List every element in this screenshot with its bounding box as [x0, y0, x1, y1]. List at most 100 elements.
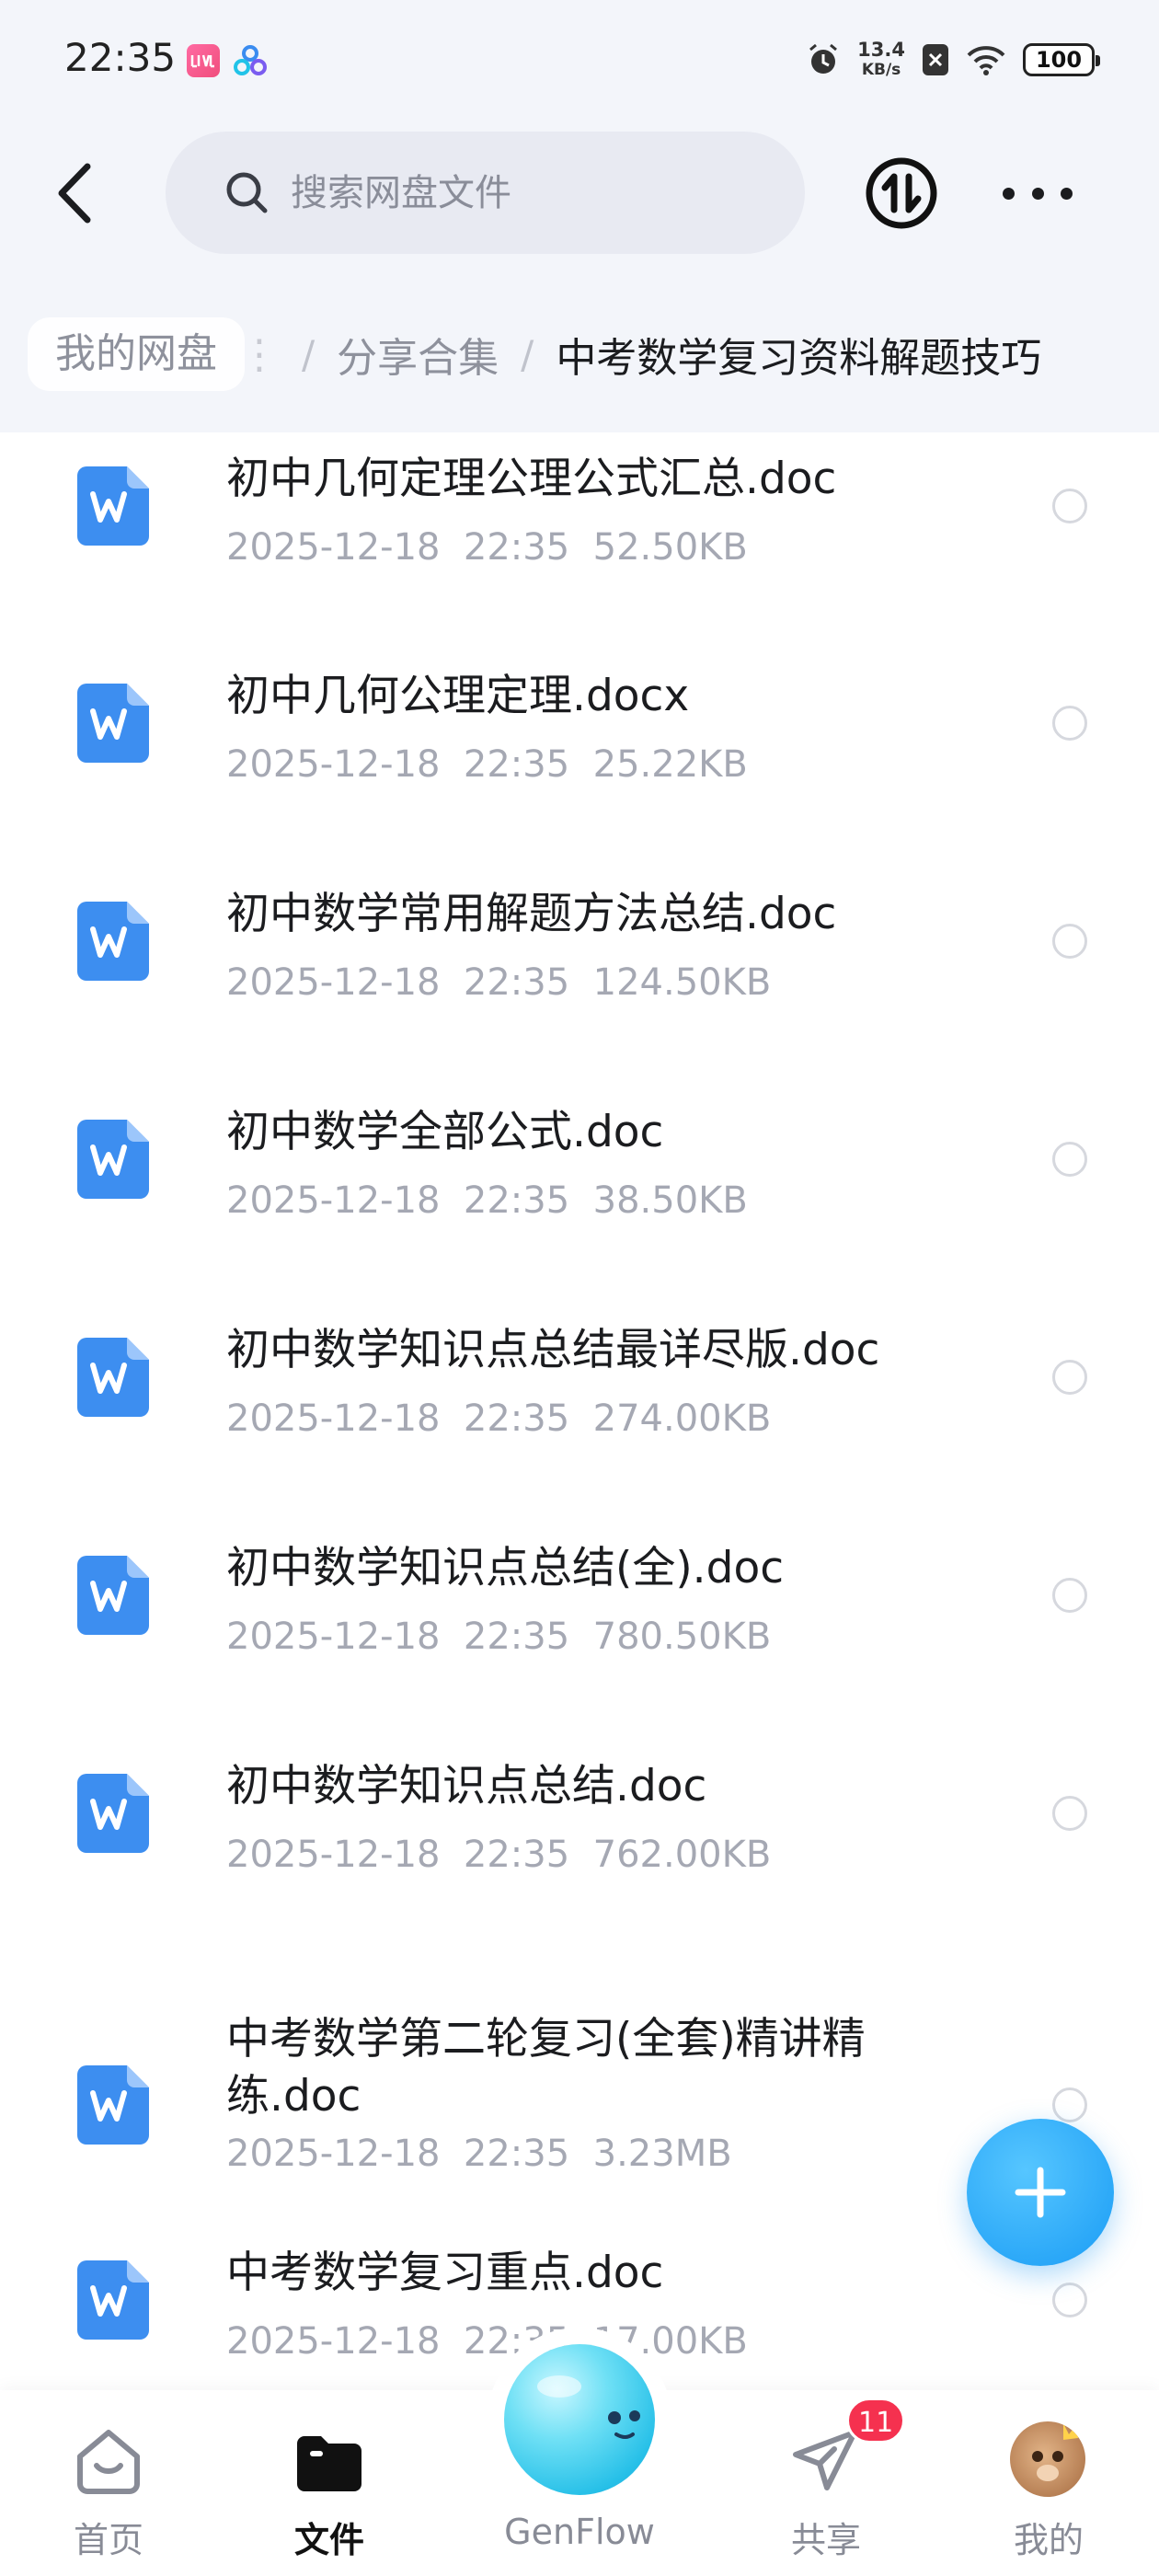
- breadcrumb-separator: /: [521, 331, 534, 377]
- file-row[interactable]: 初中数学全部公式.doc 2025-12-18 22:35 38.50KB: [0, 1086, 1159, 1305]
- file-time: 22:35: [463, 1616, 570, 1658]
- file-date: 2025-12-18: [226, 1616, 441, 1658]
- home-icon: [77, 2430, 140, 2494]
- file-size: 274.00KB: [592, 1397, 772, 1440]
- transfer-button[interactable]: [865, 156, 938, 230]
- file-meta: 2025-12-18 22:35 52.50KB: [226, 526, 748, 569]
- file-list: 初中几何定理公理公式汇总.doc 2025-12-18 22:35 52.50KB…: [0, 432, 1159, 2383]
- word-doc-icon: [77, 2260, 149, 2340]
- file-size: 3.23MB: [592, 2133, 732, 2175]
- file-row[interactable]: 初中数学知识点总结.doc 2025-12-18 22:35 762.00KB: [0, 1740, 1159, 1959]
- select-checkbox[interactable]: [1052, 2087, 1087, 2122]
- select-checkbox[interactable]: [1052, 1360, 1087, 1395]
- breadcrumb-parent[interactable]: 分享合集: [337, 325, 499, 384]
- file-meta: 2025-12-18 22:35 17.00KB: [226, 2320, 748, 2363]
- file-meta: 2025-12-18 22:35 25.22KB: [226, 743, 748, 786]
- page: { "status_bar": { "time": "22:35", "net_…: [0, 0, 1159, 2576]
- file-date: 2025-12-18: [226, 961, 441, 1004]
- status-time: 22:35: [64, 35, 177, 80]
- genflow-orb-icon[interactable]: [504, 2344, 655, 2495]
- file-name: 初中数学知识点总结(全).doc: [226, 1543, 785, 1593]
- select-checkbox[interactable]: [1052, 489, 1087, 523]
- nav-files-label: 文件: [293, 2520, 364, 2560]
- file-row[interactable]: 初中数学常用解题方法总结.doc 2025-12-18 22:35 124.50K…: [0, 868, 1159, 1087]
- file-row[interactable]: 初中几何公理定理.docx 2025-12-18 22:35 25.22KB: [0, 650, 1159, 868]
- select-checkbox[interactable]: [1052, 924, 1087, 959]
- file-date: 2025-12-18: [226, 1834, 441, 1876]
- file-time: 22:35: [463, 2133, 570, 2175]
- file-name: 初中几何公理定理.docx: [226, 671, 690, 721]
- transfer-icon: [866, 157, 937, 229]
- word-doc-icon: [77, 684, 149, 763]
- add-button[interactable]: [967, 2119, 1114, 2266]
- file-meta: 2025-12-18 22:35 274.00KB: [226, 1397, 771, 1440]
- wifi-icon: [967, 46, 1005, 75]
- nav-home-label: 首页: [73, 2520, 143, 2560]
- breadcrumb-root[interactable]: 我的网盘: [28, 317, 245, 391]
- file-name: 初中几何定理公理公式汇总.doc: [226, 454, 837, 504]
- file-time: 22:35: [463, 743, 570, 786]
- battery-indicator: 100: [1023, 43, 1100, 76]
- file-row[interactable]: 初中数学知识点总结(全).doc 2025-12-18 22:35 780.50K…: [0, 1522, 1159, 1741]
- avatar[interactable]: [1010, 2421, 1085, 2497]
- word-doc-icon: [77, 1774, 149, 1853]
- word-doc-icon: [77, 902, 149, 981]
- breadcrumb-current: 中考数学复习资料解题技巧: [556, 335, 1042, 382]
- select-checkbox[interactable]: [1052, 706, 1087, 741]
- file-date: 2025-12-18: [226, 2133, 441, 2175]
- chevron-left-icon: [58, 163, 91, 224]
- file-name: 初中数学知识点总结.doc: [226, 1761, 707, 1811]
- select-checkbox[interactable]: [1052, 2283, 1087, 2317]
- file-size: 25.22KB: [592, 743, 748, 786]
- word-doc-icon: [77, 1338, 149, 1417]
- file-size: 762.00KB: [592, 1834, 772, 1876]
- plus-icon: [1015, 2167, 1066, 2218]
- file-meta: 2025-12-18 22:35 3.23MB: [226, 2133, 732, 2175]
- search-box[interactable]: [166, 132, 805, 254]
- nav-genflow-label: GenFlow: [504, 2512, 655, 2552]
- file-name: 中考数学复习重点.doc: [226, 2248, 664, 2298]
- file-meta: 2025-12-18 22:35 38.50KB: [226, 1179, 748, 1222]
- search-input[interactable]: [291, 171, 751, 214]
- file-name: 初中数学全部公式.doc: [226, 1107, 664, 1157]
- select-checkbox[interactable]: [1052, 1796, 1087, 1831]
- breadcrumb-separator: /: [302, 331, 316, 377]
- app-notification-icon: [187, 44, 220, 77]
- top-bar: [0, 129, 1159, 258]
- select-checkbox[interactable]: [1052, 1578, 1087, 1613]
- file-meta: 2025-12-18 22:35 780.50KB: [226, 1616, 771, 1658]
- nav-share-label: 共享: [790, 2520, 861, 2560]
- file-date: 2025-12-18: [226, 743, 441, 786]
- file-size: 124.50KB: [592, 961, 772, 1004]
- file-name: 初中数学常用解题方法总结.doc: [226, 889, 837, 939]
- word-doc-icon: [77, 466, 149, 546]
- file-size: 38.50KB: [592, 1179, 748, 1222]
- back-button[interactable]: [42, 161, 107, 225]
- breadcrumb-collapsed[interactable]: ⋮: [239, 331, 280, 378]
- file-row[interactable]: 初中数学知识点总结最详尽版.doc 2025-12-18 22:35 274.00…: [0, 1304, 1159, 1523]
- file-name: 中考数学第二轮复习(全套)精讲精练.doc: [226, 2014, 866, 2122]
- share-notification-badge: 11: [846, 2398, 906, 2444]
- file-size: 780.50KB: [592, 1616, 772, 1658]
- sim-off-icon: [923, 44, 948, 75]
- search-icon: [226, 172, 268, 213]
- file-name: 初中数学知识点总结最详尽版.doc: [226, 1325, 880, 1375]
- file-time: 22:35: [463, 526, 570, 569]
- file-date: 2025-12-18: [226, 1397, 441, 1440]
- breadcrumb: 我的网盘 ⋮ / 分享合集 / 中考数学复习资料解题技巧: [0, 317, 1159, 391]
- file-time: 22:35: [463, 1834, 570, 1876]
- file-meta: 2025-12-18 22:35 762.00KB: [226, 1834, 771, 1876]
- select-checkbox[interactable]: [1052, 1142, 1087, 1177]
- nav-home[interactable]: 首页: [17, 2390, 201, 2574]
- word-doc-icon: [77, 2065, 149, 2145]
- nav-mine-label: 我的: [1013, 2520, 1084, 2560]
- file-date: 2025-12-18: [226, 526, 441, 569]
- alarm-icon: [809, 43, 838, 74]
- status-bar: 22:35 13.4 KB/s 100: [0, 0, 1159, 120]
- more-options-button[interactable]: [1003, 170, 1073, 216]
- file-row[interactable]: 初中几何定理公理公式汇总.doc 2025-12-18 22:35 52.50KB: [0, 432, 1159, 651]
- folder-icon: [297, 2436, 361, 2491]
- file-time: 22:35: [463, 1397, 570, 1440]
- word-doc-icon: [77, 1556, 149, 1635]
- nav-files[interactable]: 文件: [237, 2390, 421, 2574]
